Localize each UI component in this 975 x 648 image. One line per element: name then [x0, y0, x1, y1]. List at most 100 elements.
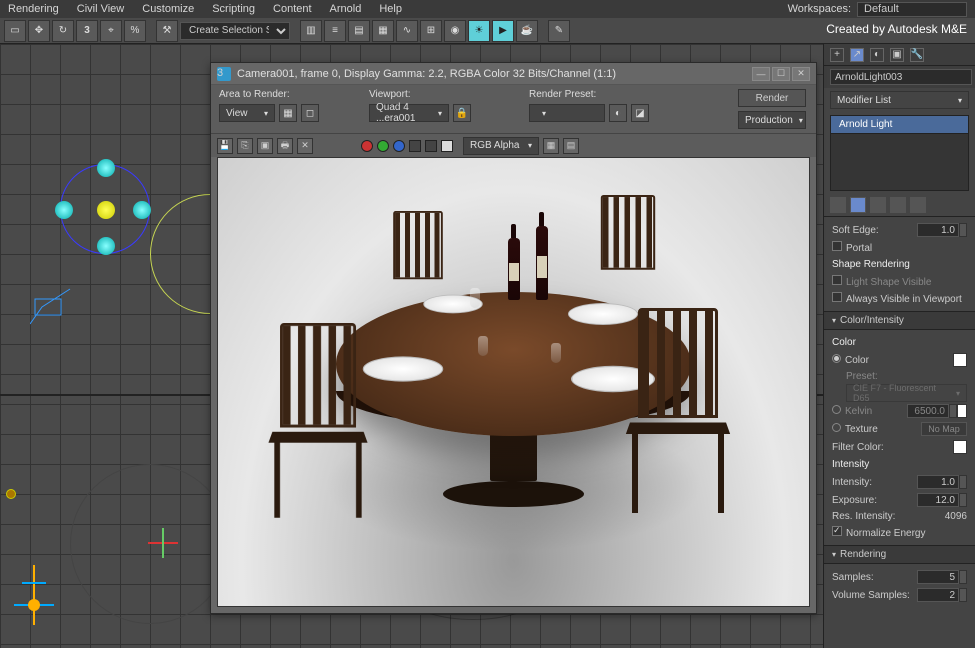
menu-arnold[interactable]: Arnold: [330, 3, 362, 15]
rgb-channel-icon[interactable]: [441, 140, 453, 152]
samples-input[interactable]: 5: [917, 570, 959, 584]
display-tab-icon[interactable]: 🔧: [910, 48, 924, 62]
menu-content[interactable]: Content: [273, 3, 312, 15]
selection-marker-icon[interactable]: [6, 489, 16, 499]
blue-channel-icon[interactable]: [393, 140, 405, 152]
exposure-input[interactable]: 12.0: [917, 493, 959, 507]
create-tab-icon[interactable]: +: [830, 48, 844, 62]
menu-civil-view[interactable]: Civil View: [77, 3, 124, 15]
rollout-color-intensity[interactable]: Color/Intensity: [824, 311, 975, 329]
channel-select[interactable]: RGB Alpha: [463, 137, 539, 155]
pin-stack-icon[interactable]: [830, 197, 846, 213]
scale-icon[interactable]: 3: [76, 20, 98, 42]
filter-color-swatch[interactable]: [953, 440, 967, 454]
vol-samples-spinner[interactable]: [959, 588, 967, 602]
toggle-ui-icon[interactable]: ▤: [563, 138, 579, 154]
workspace-select[interactable]: [857, 2, 967, 17]
environment-icon[interactable]: ◐: [609, 104, 627, 122]
camera-gizmo[interactable]: [30, 284, 80, 334]
schematic-icon[interactable]: ⊞: [420, 20, 442, 42]
clear-icon[interactable]: ✕: [297, 138, 313, 154]
alpha-channel-icon[interactable]: [409, 140, 421, 152]
kelvin-radio[interactable]: [832, 405, 841, 414]
production-select[interactable]: Production: [738, 111, 806, 129]
render-button[interactable]: Render: [738, 89, 806, 107]
show-end-result-icon[interactable]: [850, 197, 866, 213]
minimize-button[interactable]: —: [752, 67, 770, 81]
teapot-icon[interactable]: ☕: [516, 20, 538, 42]
save-image-icon[interactable]: 💾: [217, 138, 233, 154]
viewport-select[interactable]: Quad 4 ...era001: [369, 104, 449, 122]
snap-icon[interactable]: ⌖: [100, 20, 122, 42]
menu-customize[interactable]: Customize: [142, 3, 194, 15]
soft-edge-input[interactable]: 1.0: [917, 223, 959, 237]
scene-explorer-icon[interactable]: ▦: [372, 20, 394, 42]
always-visible-label: Always Visible in Viewport: [846, 294, 962, 305]
object-name-input[interactable]: [830, 69, 972, 85]
modifier-list-dropdown[interactable]: Modifier List: [830, 91, 969, 109]
select-icon[interactable]: ▭: [4, 20, 26, 42]
soft-edge-spinner[interactable]: [959, 223, 967, 237]
green-channel-icon[interactable]: [377, 140, 389, 152]
copy-image-icon[interactable]: ⎘: [237, 138, 253, 154]
menu-scripting[interactable]: Scripting: [212, 3, 255, 15]
preset-label: Preset:: [846, 371, 878, 382]
texture-nomap-button[interactable]: No Map: [921, 422, 967, 436]
region-icon[interactable]: ▦: [279, 104, 297, 122]
toggle-overlay-icon[interactable]: ▦: [543, 138, 559, 154]
stack-arnold-light[interactable]: Arnold Light: [831, 116, 968, 134]
render-setup-icon[interactable]: ☀: [468, 20, 490, 42]
crop-icon[interactable]: ◻: [301, 104, 319, 122]
mono-channel-icon[interactable]: [425, 140, 437, 152]
intensity-spinner[interactable]: [959, 475, 967, 489]
intensity-input[interactable]: 1.0: [917, 475, 959, 489]
motion-tab-icon[interactable]: ▣: [890, 48, 904, 62]
color-radio[interactable]: [832, 354, 841, 363]
curve-editor-icon[interactable]: ∿: [396, 20, 418, 42]
hierarchy-tab-icon[interactable]: ◐: [870, 48, 884, 62]
print-icon[interactable]: 🖶: [277, 138, 293, 154]
lock-icon[interactable]: 🔒: [453, 104, 471, 122]
selection-set-dropdown[interactable]: Create Selection Se: [180, 22, 290, 40]
red-channel-icon[interactable]: [361, 140, 373, 152]
color-swatch[interactable]: [953, 353, 967, 367]
maximize-button[interactable]: ☐: [772, 67, 790, 81]
material-editor-icon[interactable]: ◉: [444, 20, 466, 42]
hammer-icon[interactable]: ⚒: [156, 20, 178, 42]
render-frame-icon[interactable]: ▶: [492, 20, 514, 42]
samples-spinner[interactable]: [959, 570, 967, 584]
render-preset-select[interactable]: [529, 104, 605, 122]
render-preset-label: Render Preset:: [529, 89, 649, 100]
always-visible-checkbox[interactable]: [832, 292, 842, 302]
render-output-viewport[interactable]: [217, 157, 810, 607]
texture-radio[interactable]: [832, 423, 841, 432]
modify-tab-icon[interactable]: ↗: [850, 48, 864, 62]
close-button[interactable]: ✕: [792, 67, 810, 81]
move-icon[interactable]: ✥: [28, 20, 50, 42]
configure-sets-icon[interactable]: [910, 197, 926, 213]
clone-icon[interactable]: ▣: [257, 138, 273, 154]
light-gizmo-bottom[interactable]: [70, 464, 230, 624]
render-frame-window[interactable]: 3 Camera001, frame 0, Display Gamma: 2.2…: [210, 62, 817, 614]
exposure-spinner[interactable]: [959, 493, 967, 507]
align-icon[interactable]: ≡: [324, 20, 346, 42]
menu-help[interactable]: Help: [379, 3, 402, 15]
brush-icon[interactable]: ✎: [548, 20, 570, 42]
portal-checkbox[interactable]: [832, 241, 842, 251]
area-to-render-select[interactable]: View: [219, 104, 275, 122]
effects-icon[interactable]: ◪: [631, 104, 649, 122]
remove-modifier-icon[interactable]: [890, 197, 906, 213]
command-panel: + ↗ ◐ ▣ 🔧 Modifier List Arnold Light Sof…: [823, 44, 975, 648]
rotate-icon[interactable]: ↻: [52, 20, 74, 42]
make-unique-icon[interactable]: [870, 197, 886, 213]
normalize-checkbox[interactable]: [832, 526, 842, 536]
layer-icon[interactable]: ▤: [348, 20, 370, 42]
modifier-stack[interactable]: Arnold Light: [830, 115, 969, 191]
workspace-label: Workspaces:: [788, 3, 851, 15]
vol-samples-input[interactable]: 2: [917, 588, 959, 602]
percent-icon[interactable]: %: [124, 20, 146, 42]
rollout-rendering[interactable]: Rendering: [824, 545, 975, 563]
light-gizmo-top[interactable]: [60, 164, 150, 254]
menu-rendering[interactable]: Rendering: [8, 3, 59, 15]
mirror-icon[interactable]: ▥: [300, 20, 322, 42]
